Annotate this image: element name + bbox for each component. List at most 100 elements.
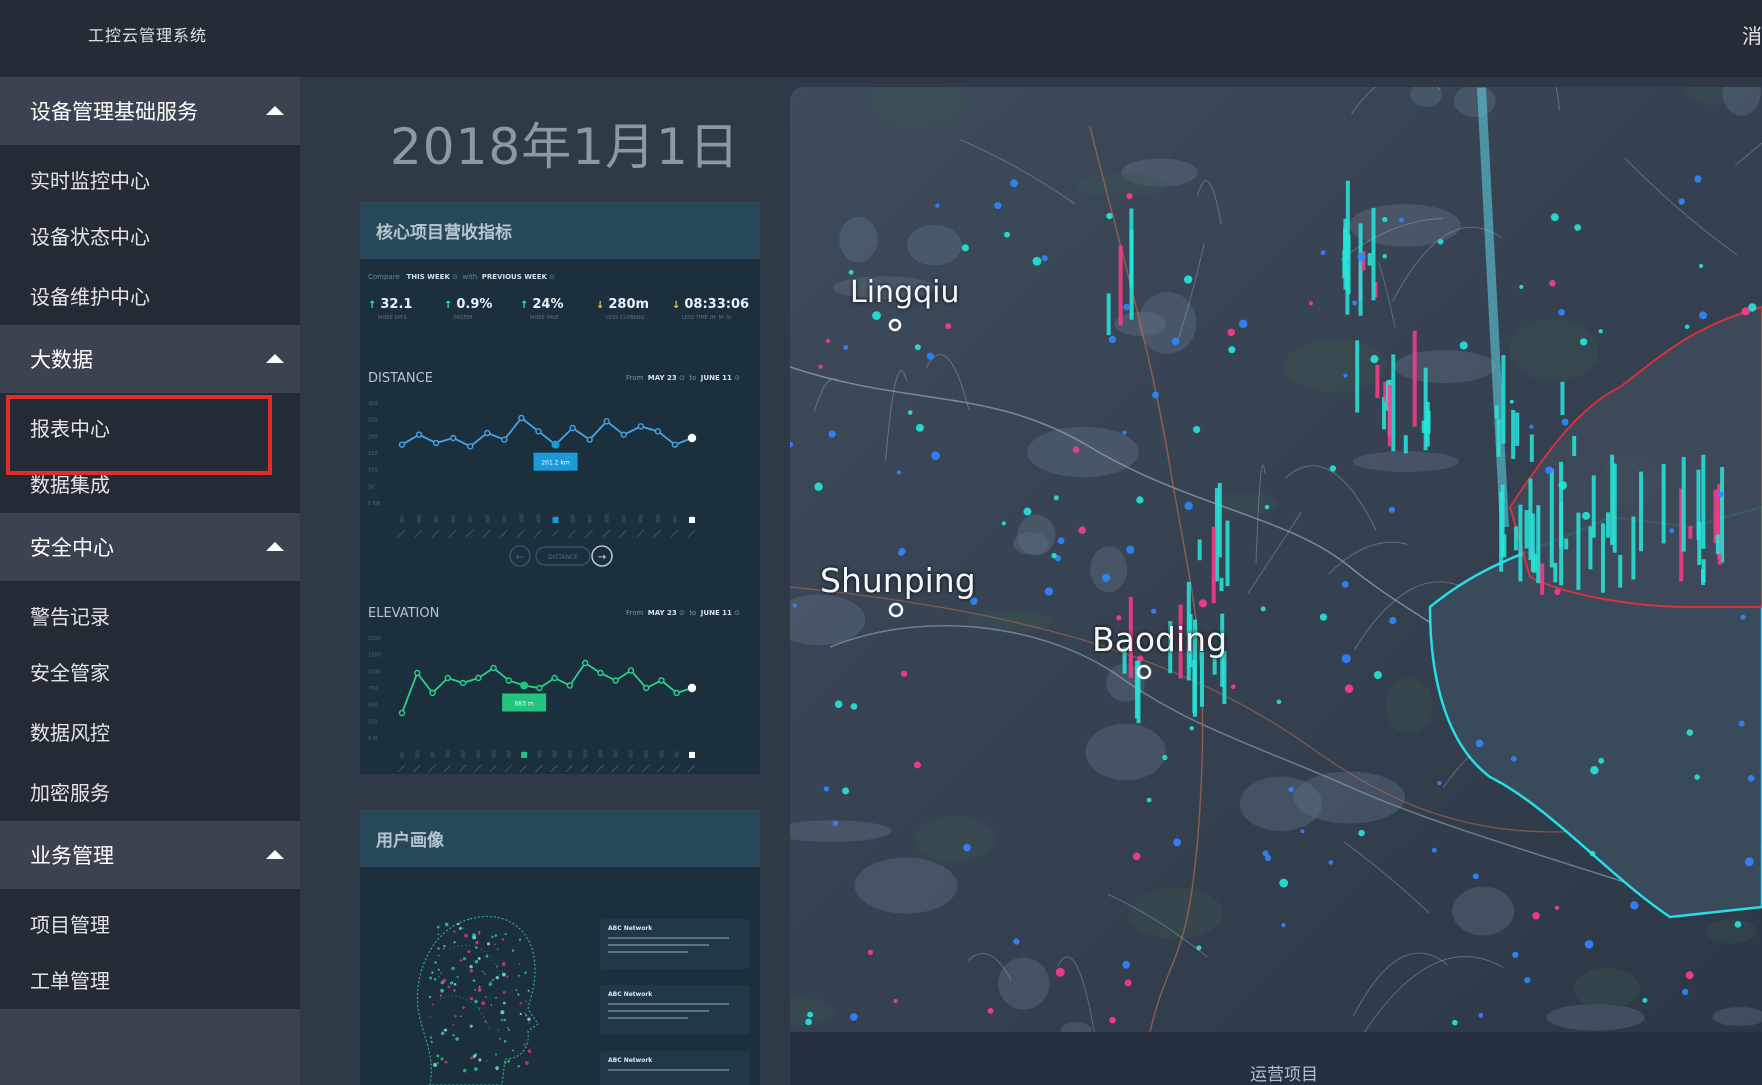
nav-item-encryption-service[interactable]: 加密服务 — [0, 761, 300, 821]
elevation-data-point[interactable] — [505, 677, 513, 684]
elevation-mini-bar — [598, 750, 603, 758]
compare-this-week[interactable]: THIS WEEK — [406, 273, 449, 281]
location-marker-icon[interactable] — [888, 602, 904, 618]
face-particle — [477, 932, 480, 935]
elevation-data-point[interactable] — [597, 669, 604, 677]
nav-item-data-integration[interactable]: 数据集成 — [0, 453, 300, 513]
nav-item-data-risk-control[interactable]: 数据风控 — [0, 701, 300, 761]
elevation-data-point[interactable] — [475, 674, 482, 682]
distance-mini-bar — [536, 514, 541, 523]
nav-item-project-management[interactable]: 项目管理 — [0, 889, 300, 949]
location-marker-icon[interactable] — [888, 318, 902, 332]
face-particle — [454, 1015, 457, 1018]
elevation-data-point[interactable] — [673, 689, 680, 697]
face-particle — [437, 1062, 439, 1064]
distance-x-tick — [653, 529, 662, 538]
caret-up-icon — [266, 850, 284, 859]
face-particle — [470, 1056, 474, 1060]
distance-highlight-point[interactable] — [551, 440, 560, 449]
nav-item-security-steward[interactable]: 安全管家 — [0, 641, 300, 701]
nav-group-device-services[interactable]: 设备管理基础服务 — [0, 77, 300, 145]
nav-item-realtime-monitor[interactable]: 实时监控中心 — [0, 145, 300, 205]
elevation-data-point[interactable] — [490, 664, 497, 672]
elevation-x-tick — [535, 764, 543, 773]
face-particle — [453, 930, 456, 933]
chat-card[interactable]: ABC Network — [600, 985, 750, 1035]
face-particle — [478, 930, 481, 933]
elevation-data-point[interactable] — [687, 683, 697, 693]
elevation-x-tick — [519, 764, 528, 773]
distance-mini-bar — [400, 515, 404, 523]
elevation-data-point[interactable] — [658, 677, 665, 684]
chat-card[interactable]: ABC Network — [600, 1051, 750, 1085]
elevation-data-point[interactable] — [459, 679, 467, 687]
chat-cards: ABC Network ABC Network ABC Network — [600, 919, 750, 1085]
distance-mini-bar — [451, 515, 456, 523]
nav-item-device-status[interactable]: 设备状态中心 — [0, 205, 300, 265]
chat-card[interactable]: ABC Network — [600, 919, 750, 969]
distance-data-point[interactable] — [671, 441, 679, 448]
distance-data-point[interactable] — [569, 424, 576, 432]
elevation-data-point[interactable] — [643, 684, 650, 692]
distance-y-tick: 100 — [368, 468, 378, 474]
distance-data-point[interactable] — [586, 436, 593, 443]
distance-data-point[interactable] — [603, 418, 610, 425]
nav-item-device-maintenance[interactable]: 设备维护中心 — [0, 265, 300, 325]
face-particle — [494, 934, 498, 937]
elevation-data-point[interactable] — [612, 677, 619, 684]
nav-item-work-order-management[interactable]: 工单管理 — [0, 949, 300, 1009]
face-particle — [469, 964, 473, 969]
chat-card-line — [608, 937, 729, 939]
face-particle — [455, 1037, 459, 1041]
nav-group-business[interactable]: 业务管理 — [0, 821, 300, 889]
elevation-data-point[interactable] — [429, 689, 436, 697]
distance-data-point[interactable] — [637, 423, 645, 430]
face-particle — [478, 1007, 480, 1009]
elevation-data-point[interactable] — [398, 709, 406, 717]
distance-x-tick — [636, 529, 645, 538]
nav-item-report-center[interactable]: 报表中心 — [0, 393, 300, 475]
nav-item-alert-log[interactable]: 警告记录 — [0, 581, 300, 641]
elevation-data-point[interactable] — [536, 684, 543, 692]
arrow-down-icon: ↓ — [672, 300, 681, 311]
face-particle — [478, 985, 481, 988]
distance-data-point[interactable] — [501, 436, 508, 443]
distance-data-point[interactable] — [415, 431, 423, 438]
distance-data-point[interactable] — [535, 428, 542, 435]
elevation-mini-bar — [644, 751, 649, 758]
location-marker-icon[interactable] — [1136, 664, 1152, 680]
elevation-data-point[interactable] — [414, 669, 421, 677]
distance-data-point[interactable] — [467, 443, 474, 450]
distance-data-point[interactable] — [432, 439, 440, 447]
elevation-mini-bar — [552, 750, 557, 758]
chat-card-line — [608, 944, 709, 946]
elevation-data-point[interactable] — [581, 659, 589, 667]
distance-data-point[interactable] — [620, 431, 627, 438]
elevation-data-point[interactable] — [566, 682, 574, 689]
compare-previous-week[interactable]: PREVIOUS WEEK — [482, 273, 547, 281]
map-view[interactable]: Lingqiu Shunping Baoding — [790, 87, 1762, 1032]
distance-x-tick — [602, 529, 611, 538]
distance-data-point[interactable] — [654, 428, 662, 435]
nav-group-big-data[interactable]: 大数据 — [0, 325, 300, 393]
elevation-highlight-point[interactable] — [520, 681, 529, 690]
kpi-sub: LESS CLIMBING — [606, 315, 645, 321]
message-link[interactable]: 消息 — [1742, 20, 1762, 49]
distance-range[interactable]: From MAY 23 ⊙ to JUNE 11 ⊙ — [626, 374, 740, 382]
kpi-sub: MORE PAVE — [530, 315, 559, 321]
distance-mini-bar — [672, 515, 677, 523]
nav-group-security[interactable]: 安全中心 — [0, 513, 300, 581]
distance-data-point[interactable] — [687, 433, 697, 443]
elevation-range[interactable]: From MAY 23 ⊙ to JUNE 11 ⊙ — [626, 609, 740, 617]
distance-data-point[interactable] — [449, 434, 457, 442]
distance-data-point[interactable] — [398, 441, 406, 448]
elevation-data-point[interactable] — [627, 667, 635, 674]
face-particle — [504, 1061, 507, 1064]
elevation-data-point[interactable] — [551, 674, 558, 682]
distance-x-tick — [499, 529, 508, 538]
distance-data-point[interactable] — [518, 414, 525, 422]
elevation-data-point[interactable] — [444, 674, 451, 682]
range-from: MAY 23 — [647, 609, 677, 617]
prev-arrow-icon: ← — [516, 552, 524, 563]
distance-data-point[interactable] — [484, 429, 491, 437]
